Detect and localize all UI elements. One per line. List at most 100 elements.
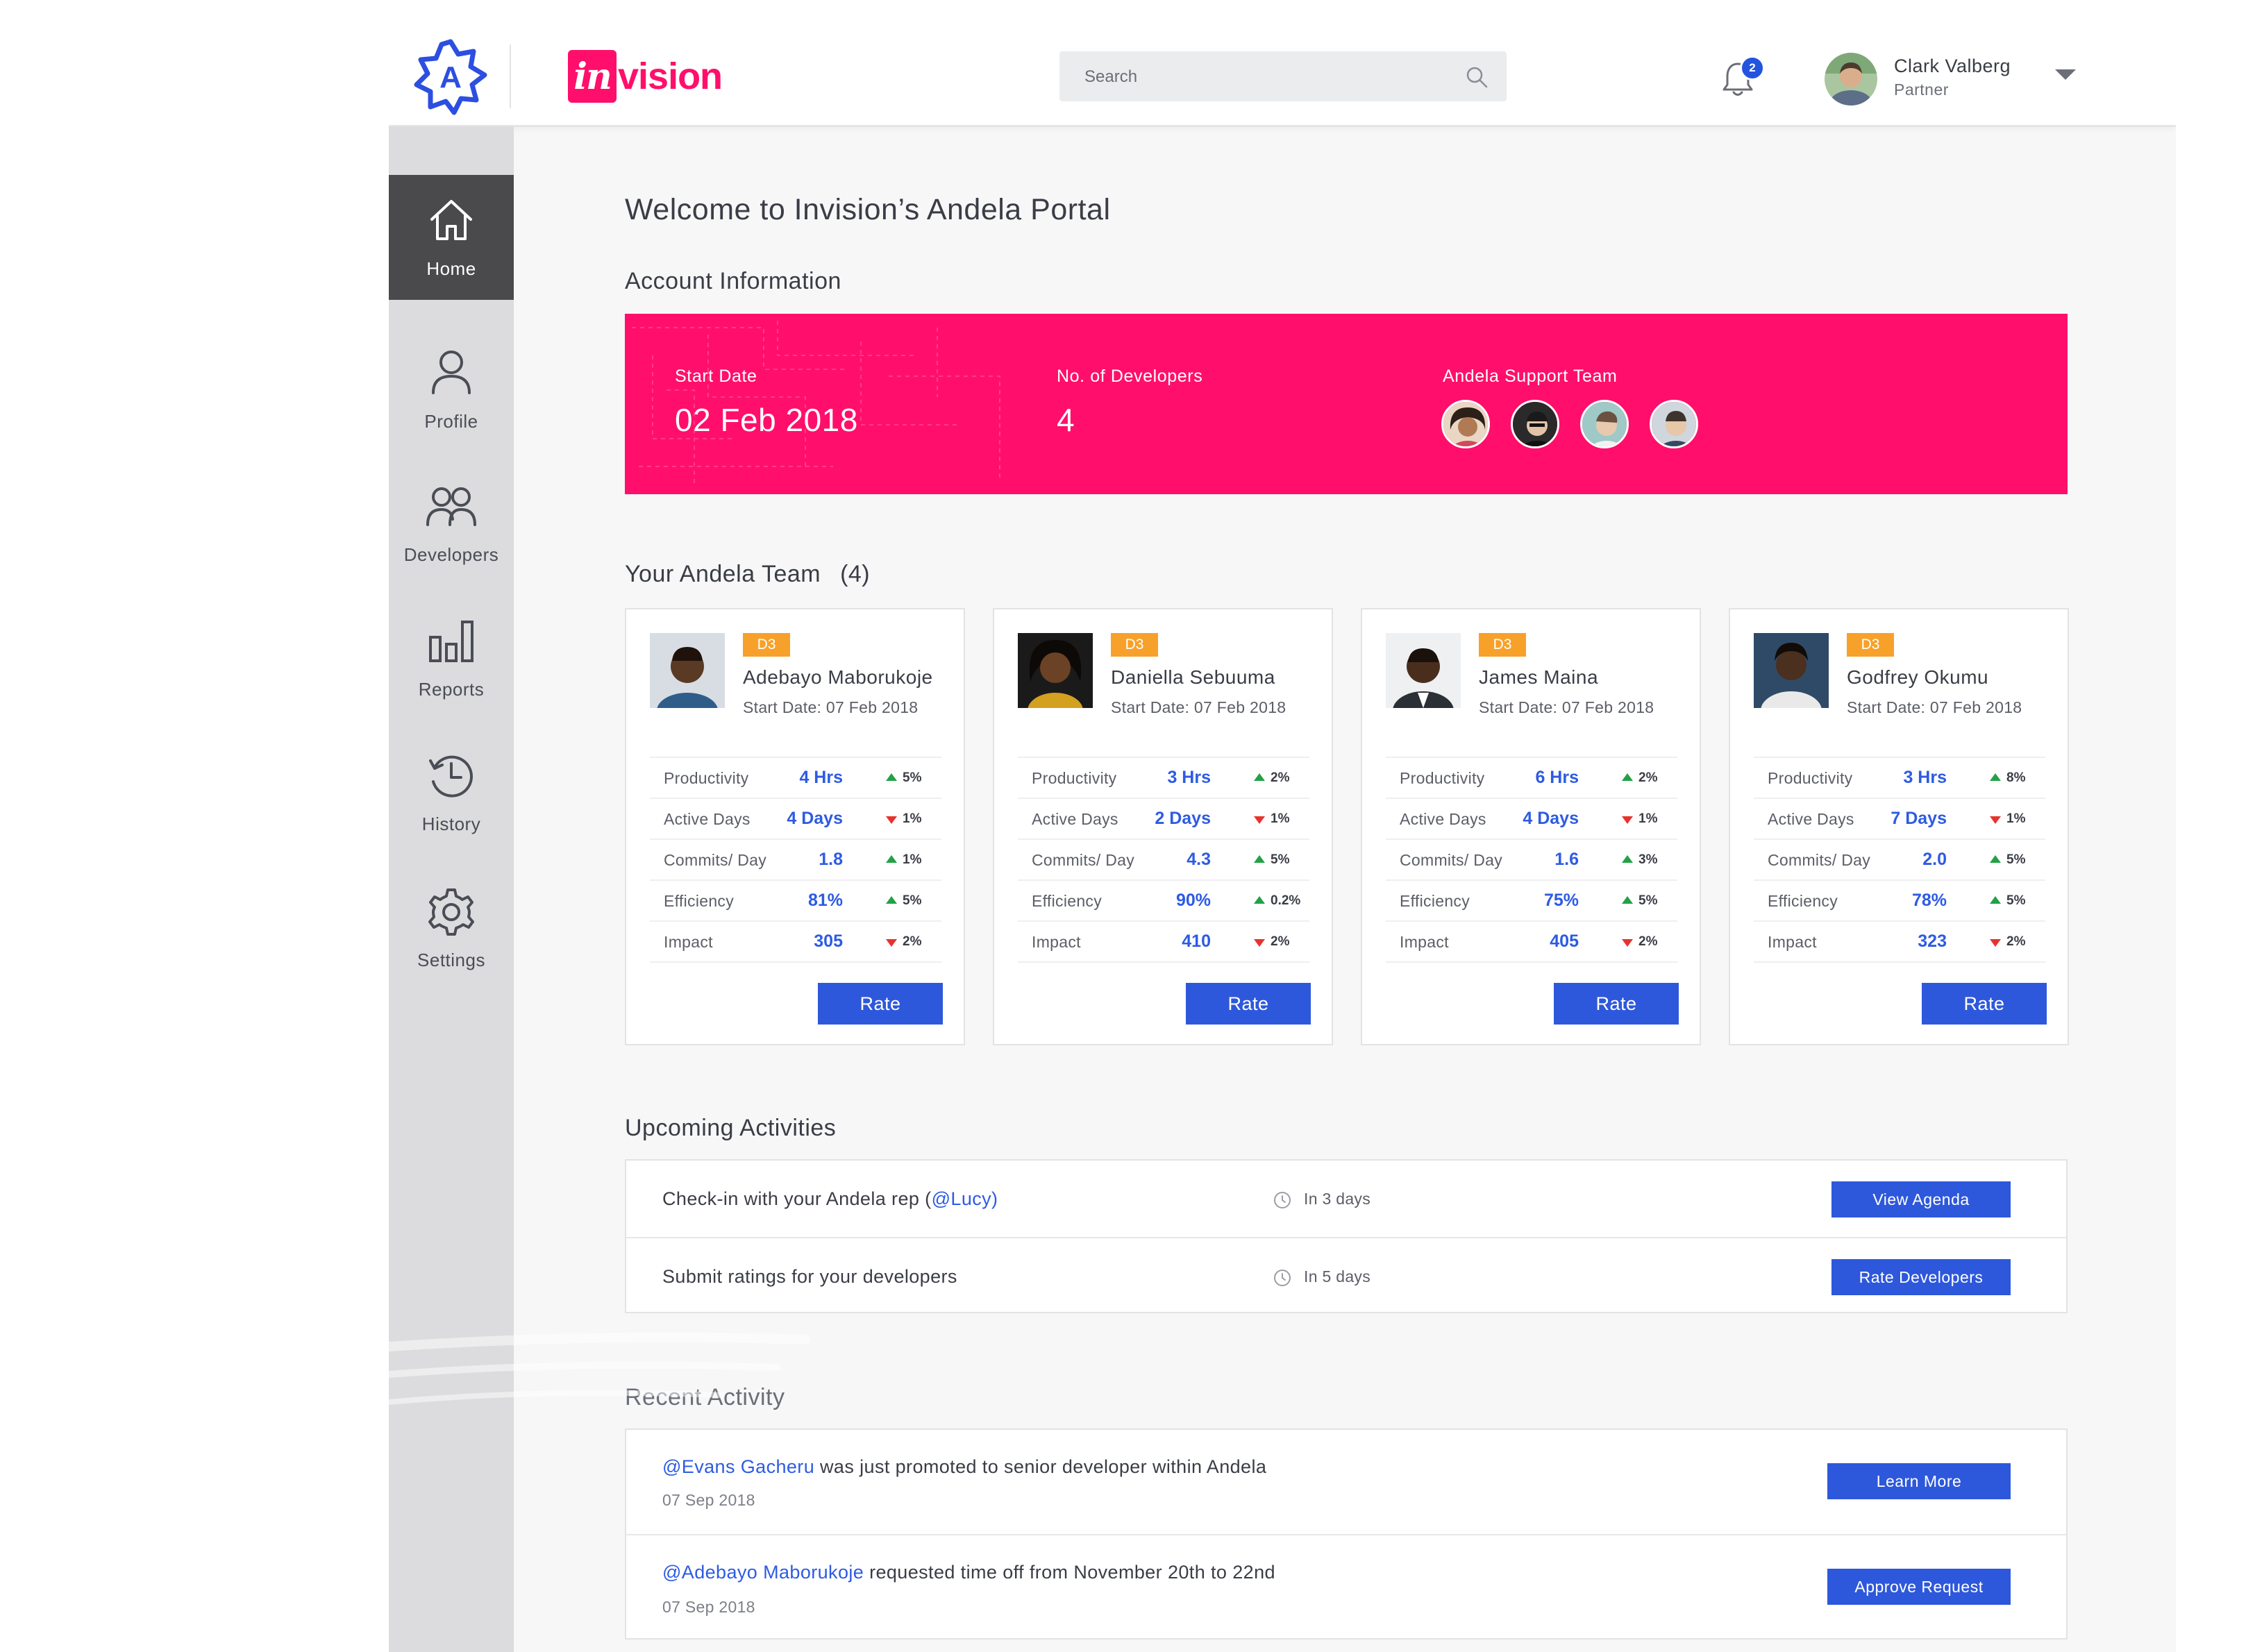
metric-value: 410 (1182, 932, 1211, 951)
rate-button[interactable]: Rate (1922, 983, 2047, 1025)
sidebar-item-profile[interactable]: Profile (389, 333, 514, 458)
upcoming-activities-list: Check-in with your Andela rep (@Lucy) In… (625, 1159, 2068, 1313)
trend-down-icon (1622, 939, 1633, 947)
metric-row: Impact 410 2% (1018, 920, 1309, 963)
view-agenda-button[interactable]: View Agenda (1831, 1181, 2011, 1217)
history-icon (429, 755, 473, 798)
developer-name[interactable]: Daniella Sebuuma (1111, 666, 1275, 689)
rate-button[interactable]: Rate (1186, 983, 1311, 1025)
support-avatar[interactable] (1650, 400, 1698, 448)
rate-button[interactable]: Rate (818, 983, 943, 1025)
metric-row: Productivity 6 Hrs 2% (1386, 757, 1677, 798)
developer-photo[interactable] (1754, 633, 1829, 708)
search-input[interactable] (1083, 51, 1447, 103)
sidebar-item-home[interactable]: Home (389, 175, 514, 300)
activity-text: Check-in with your Andela rep (@Lucy) (662, 1188, 998, 1210)
metric-value: 78% (1911, 891, 1947, 910)
metric-label: Productivity (1032, 769, 1117, 787)
mention-link[interactable]: @Evans Gacheru (662, 1456, 814, 1477)
andela-logo[interactable]: A (412, 39, 489, 115)
logo-divider (510, 44, 511, 108)
metric-row: Efficiency 78% 5% (1754, 879, 2045, 920)
sidebar-item-history[interactable]: History (389, 733, 514, 858)
mention-link[interactable]: @Adebayo Maborukoje (662, 1562, 864, 1583)
rate-developers-button[interactable]: Rate Developers (1831, 1259, 2011, 1295)
metric-label: Productivity (664, 769, 749, 787)
developers-count-label: No. of Developers (1057, 366, 1203, 386)
developers-count-value: 4 (1057, 402, 1075, 438)
user-avatar[interactable] (1825, 53, 1877, 106)
user-name[interactable]: Clark Valberg (1894, 56, 2011, 77)
metric-row: Commits/ Day 4.3 5% (1018, 838, 1309, 879)
recent-activity-list: @Evans Gacheru was just promoted to seni… (625, 1428, 2068, 1640)
metric-change: 5% (2006, 852, 2026, 867)
metric-change: 2% (2006, 934, 2026, 949)
list-item: Submit ratings for your developers In 5 … (626, 1237, 2066, 1315)
sidebar-item-developers[interactable]: Developers (389, 466, 514, 591)
settings-icon (428, 888, 474, 936)
developer-photo[interactable] (1386, 633, 1461, 708)
team-count: (4) (840, 561, 871, 587)
developer-photo[interactable] (1018, 633, 1093, 708)
start-date-label: Start Date (675, 366, 757, 386)
clock-icon (1274, 1270, 1291, 1286)
approve-request-button[interactable]: Approve Request (1827, 1569, 2011, 1605)
notification-count-badge: 2 (1740, 56, 1765, 81)
invision-logo[interactable]: in vision (568, 49, 723, 104)
rate-button[interactable]: Rate (1554, 983, 1679, 1025)
developer-card: D3 Godfrey Okumu Start Date: 07 Feb 2018 Pr… (1729, 608, 2069, 1045)
metric-value: 2 Days (1155, 809, 1211, 828)
metric-change: 3% (1638, 852, 1658, 867)
metric-label: Commits/ Day (1400, 851, 1503, 869)
metric-change: 2% (1638, 770, 1658, 785)
metric-row: Impact 323 2% (1754, 920, 2045, 963)
developer-start-date: Start Date: 07 Feb 2018 (1847, 698, 2022, 716)
metric-label: Commits/ Day (1768, 851, 1871, 869)
metric-change: 1% (903, 852, 922, 867)
metric-change: 2% (1271, 770, 1290, 785)
trend-up-icon (1990, 773, 2001, 781)
metric-change: 5% (1638, 893, 1658, 908)
metric-row: Efficiency 75% 5% (1386, 879, 1677, 920)
metric-value: 323 (1918, 932, 1947, 951)
metric-label: Active Days (1032, 810, 1118, 828)
trend-down-icon (1254, 939, 1265, 947)
level-badge: D3 (743, 633, 790, 657)
mention-link[interactable]: @Lucy (932, 1188, 991, 1209)
activity-text-body: requested time off from November 20th to… (864, 1562, 1275, 1583)
developer-name[interactable]: James Maina (1479, 666, 1598, 689)
search-icon[interactable] (1465, 65, 1489, 89)
metric-row: Active Days 7 Days 1% (1754, 798, 2045, 838)
metric-change: 1% (1271, 811, 1290, 826)
list-item: @Evans Gacheru was just promoted to seni… (626, 1430, 2066, 1534)
metric-row: Active Days 4 Days 1% (650, 798, 941, 838)
developer-name[interactable]: Adebayo Maborukoje (743, 666, 933, 689)
metric-label: Impact (1768, 933, 1817, 951)
sidebar-item-settings[interactable]: Settings (389, 868, 514, 993)
activity-text: @Evans Gacheru was just promoted to seni… (662, 1456, 1266, 1478)
start-date-value: 02 Feb 2018 (675, 402, 858, 438)
user-menu-caret-icon[interactable] (2055, 69, 2076, 80)
trend-up-icon (1254, 855, 1265, 863)
activity-date: 07 Sep 2018 (662, 1598, 755, 1616)
sidebar-item-reports[interactable]: Reports (389, 600, 514, 725)
metric-row: Productivity 3 Hrs 2% (1018, 757, 1309, 798)
learn-more-button[interactable]: Learn More (1827, 1463, 2011, 1499)
developer-name[interactable]: Godfrey Okumu (1847, 666, 1988, 689)
developer-start-date: Start Date: 07 Feb 2018 (743, 698, 919, 716)
support-avatar[interactable] (1441, 400, 1490, 448)
trend-up-icon (1254, 896, 1265, 904)
profile-icon (432, 351, 471, 394)
metric-change: 0.2% (1271, 893, 1301, 908)
support-avatar[interactable] (1511, 400, 1559, 448)
sidebar-item-label: History (421, 814, 481, 834)
metric-value: 1.6 (1554, 850, 1579, 869)
activity-due: In 3 days (1304, 1190, 1371, 1208)
metric-value: 7 Days (1891, 809, 1947, 828)
support-avatar[interactable] (1580, 400, 1629, 448)
top-bar: A in vision 2 C (389, 0, 2176, 127)
metrics-table: Productivity 3 Hrs 8% Active Days 7 Days 1% Co… (1754, 757, 2045, 963)
developer-photo[interactable] (650, 633, 725, 708)
list-item: @Adebayo Maborukoje requested time off f… (626, 1534, 2066, 1641)
account-info-banner: Start Date 02 Feb 2018 No. of Developers… (625, 314, 2068, 494)
